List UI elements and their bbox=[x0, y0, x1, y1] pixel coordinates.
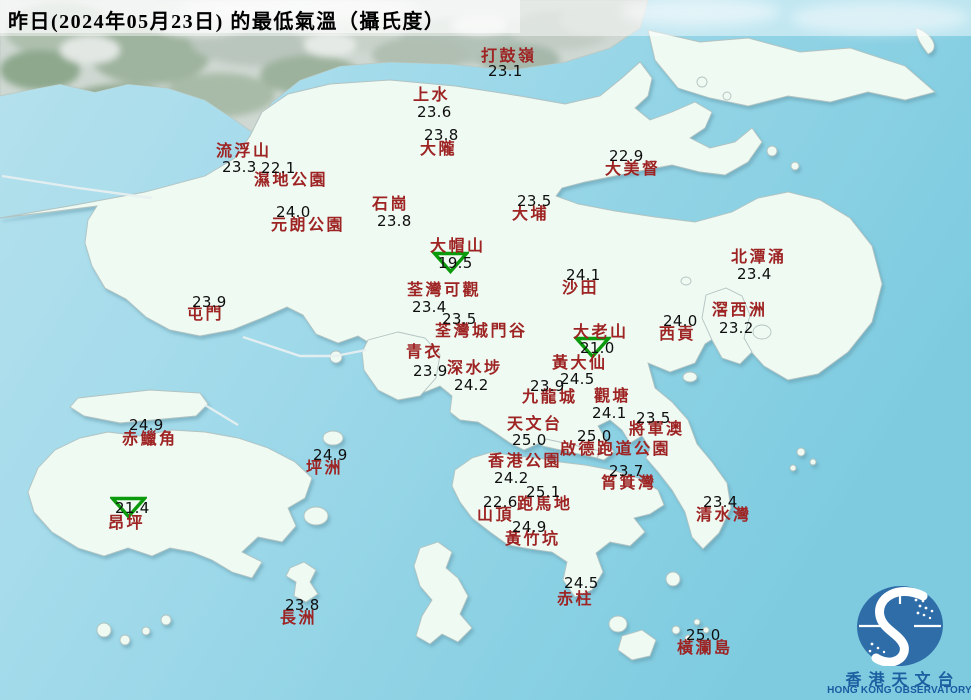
station-value: 19.5 bbox=[438, 254, 473, 272]
station-value: 24.1 bbox=[592, 404, 627, 422]
station-value: 23.5 bbox=[636, 409, 671, 427]
station-value: 23.8 bbox=[285, 596, 320, 614]
station-value: 23.5 bbox=[517, 192, 552, 210]
station-value: 25.1 bbox=[526, 483, 561, 501]
station-name: 北潭涌 bbox=[731, 249, 787, 266]
station-value: 24.2 bbox=[494, 469, 529, 487]
station-value: 23.9 bbox=[530, 377, 565, 395]
waglan-islet bbox=[693, 618, 701, 626]
station-value: 21.0 bbox=[580, 339, 615, 357]
station-value: 22.1 bbox=[261, 159, 296, 177]
station-value: 25.0 bbox=[686, 626, 721, 644]
station-name: 滘西洲 bbox=[712, 302, 768, 319]
hei-ling-chau bbox=[303, 506, 329, 526]
hko-logo: 香港天文台 HONG KONG OBSERVATORY bbox=[827, 556, 971, 700]
station-name: 石崗 bbox=[372, 196, 410, 213]
station-value: 23.9 bbox=[413, 362, 448, 380]
station-value: 24.9 bbox=[129, 416, 164, 434]
station-name: 大帽山 bbox=[430, 238, 486, 255]
station-value: 24.9 bbox=[313, 446, 348, 464]
station-value: 24.0 bbox=[276, 203, 311, 221]
station-value: 23.1 bbox=[488, 62, 523, 80]
station-value: 23.8 bbox=[377, 212, 412, 230]
tung-lung-chau bbox=[665, 571, 681, 587]
station-value: 23.6 bbox=[417, 103, 452, 121]
station-name: 昂坪 bbox=[108, 515, 146, 532]
hk-min-temp-map: 昨日(2024年05月23日) 的最低氣溫（攝氏度） 打鼓嶺 23.1 上水 23.6… bbox=[0, 0, 971, 700]
station-value: 25.0 bbox=[512, 431, 547, 449]
station-name: 上水 bbox=[413, 87, 451, 104]
po-toi-islands bbox=[608, 615, 628, 633]
station-value: 24.1 bbox=[566, 266, 601, 284]
station-value: 23.5 bbox=[442, 310, 477, 328]
station-value: 24.2 bbox=[454, 376, 489, 394]
station-value: 23.7 bbox=[609, 462, 644, 480]
station-value: 23.2 bbox=[719, 319, 754, 337]
base-map bbox=[0, 0, 971, 700]
peng-chau bbox=[322, 430, 344, 446]
station-value: 23.3 bbox=[222, 158, 257, 176]
hko-logo-emblem bbox=[857, 585, 943, 667]
station-value: 24.0 bbox=[663, 312, 698, 330]
station-name: 觀塘 bbox=[594, 388, 632, 405]
station-name: 香港公園 bbox=[488, 453, 563, 470]
station-name: 大隴 bbox=[420, 141, 458, 158]
station-name: 青衣 bbox=[406, 344, 444, 361]
hko-logo-name-en: HONG KONG OBSERVATORY bbox=[827, 685, 971, 696]
station-value: 22.6 bbox=[483, 493, 518, 511]
station-value: 23.9 bbox=[192, 293, 227, 311]
station-name: 赤柱 bbox=[557, 591, 595, 608]
station-value: 22.9 bbox=[609, 147, 644, 165]
station-value: 24.5 bbox=[564, 574, 599, 592]
map-title: 昨日(2024年05月23日) 的最低氣溫（攝氏度） bbox=[8, 11, 446, 33]
station-value: 23.4 bbox=[737, 265, 772, 283]
station-name: 荃灣可觀 bbox=[407, 282, 482, 299]
station-value: 25.0 bbox=[577, 427, 612, 445]
station-value: 21.4 bbox=[115, 499, 150, 517]
station-name: 赤鱲角 bbox=[122, 431, 178, 448]
station-name: 深水埗 bbox=[447, 360, 503, 377]
station-value: 24.5 bbox=[560, 370, 595, 388]
station-value: 24.9 bbox=[512, 518, 547, 536]
station-value: 23.4 bbox=[703, 493, 738, 511]
station-value: 23.8 bbox=[424, 126, 459, 144]
